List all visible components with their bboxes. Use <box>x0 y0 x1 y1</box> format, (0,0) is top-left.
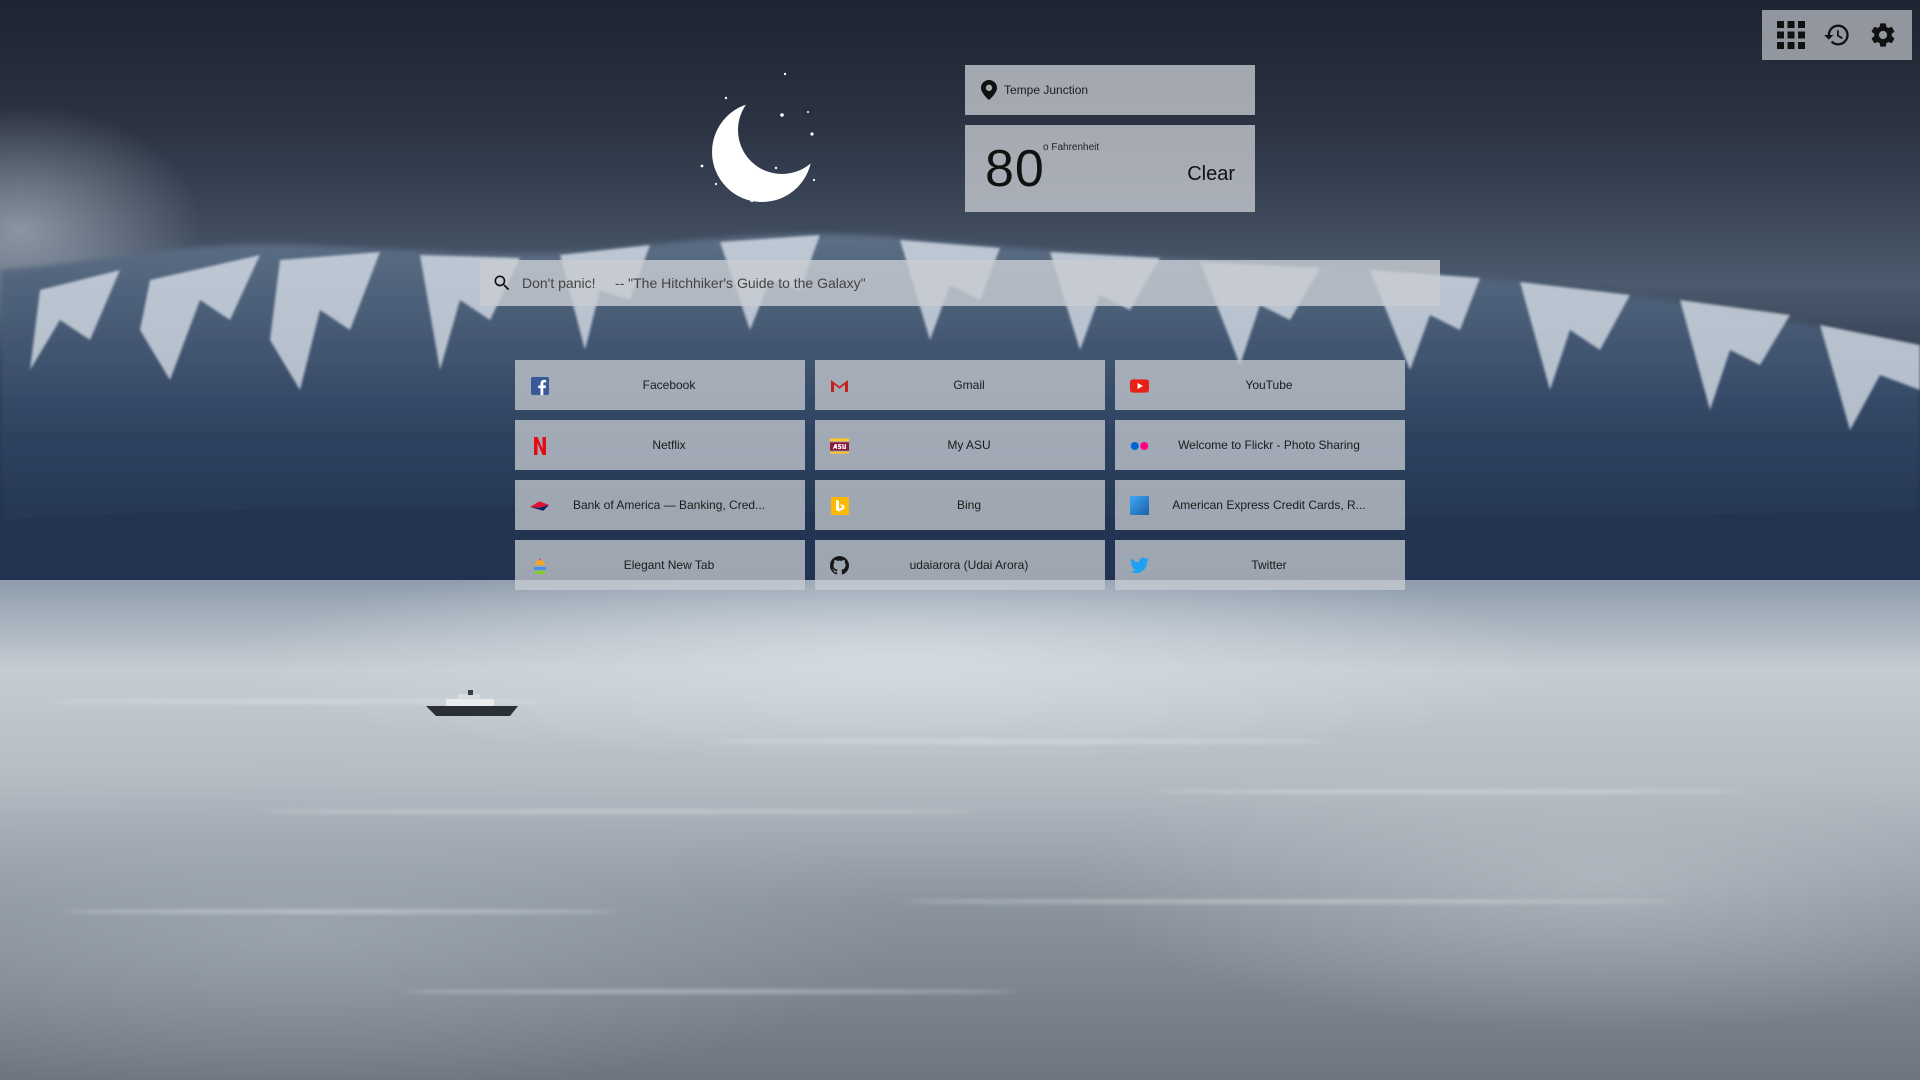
tile-label: Facebook <box>642 378 696 392</box>
tile-label: Netflix <box>652 438 686 452</box>
tile-american-express[interactable]: American Express Credit Cards, R... <box>1115 480 1405 530</box>
search-input[interactable] <box>520 259 1440 307</box>
moon-night-icon <box>700 72 816 202</box>
tile-flickr[interactable]: Welcome to Flickr - Photo Sharing <box>1115 420 1405 470</box>
settings-gear-icon <box>1871 23 1895 47</box>
github-icon <box>830 556 849 575</box>
apps-grid-icon <box>1777 21 1805 49</box>
youtube-icon <box>1130 376 1149 395</box>
netflix-icon <box>530 436 549 455</box>
weather-condition: Clear <box>1187 163 1235 185</box>
tile-label: udaiarora (Udai Arora) <box>909 558 1029 572</box>
gmail-icon <box>830 376 849 395</box>
tile-label: American Express Credit Cards, R... <box>1172 498 1366 512</box>
temperature-unit: o Fahrenheit <box>1043 142 1100 153</box>
elegant-new-tab-icon <box>530 556 549 575</box>
weather-panel: 80 o Fahrenheit Clear <box>965 125 1255 212</box>
tile-label: Elegant New Tab <box>623 558 715 572</box>
amex-icon <box>1130 496 1149 515</box>
speed-dial-tiles: Facebook Gmail YouTube Netflix My ASU We… <box>515 360 1405 590</box>
apps-grid-button[interactable] <box>1774 18 1808 52</box>
asu-icon <box>830 436 849 455</box>
tile-label: Gmail <box>953 378 985 392</box>
tile-github[interactable]: udaiarora (Udai Arora) <box>815 540 1105 590</box>
facebook-icon <box>530 376 549 395</box>
tile-my-asu[interactable]: My ASU <box>815 420 1105 470</box>
twitter-icon <box>1130 556 1149 575</box>
tile-label: YouTube <box>1245 378 1293 392</box>
tile-facebook[interactable]: Facebook <box>515 360 805 410</box>
ship <box>426 690 518 716</box>
tile-label: Welcome to Flickr - Photo Sharing <box>1178 438 1360 452</box>
tile-gmail[interactable]: Gmail <box>815 360 1105 410</box>
tile-label: Bank of America — Banking, Cred... <box>572 498 766 512</box>
weather-location[interactable]: Tempe Junction <box>965 65 1255 115</box>
bank-of-america-icon <box>530 496 549 515</box>
tile-label: Bing <box>956 498 982 512</box>
tile-label: My ASU <box>947 438 991 452</box>
settings-button[interactable] <box>1866 18 1900 52</box>
temperature-value: 80 <box>985 140 1045 198</box>
tile-twitter[interactable]: Twitter <box>1115 540 1405 590</box>
history-button[interactable] <box>1820 18 1854 52</box>
tile-bank-of-america[interactable]: Bank of America — Banking, Cred... <box>515 480 805 530</box>
tile-label: Twitter <box>1251 558 1287 572</box>
history-icon <box>1824 24 1849 46</box>
search-icon <box>494 275 510 291</box>
search-bar <box>480 259 1440 307</box>
tile-bing[interactable]: Bing <box>815 480 1105 530</box>
location-pin-icon <box>981 80 997 100</box>
tile-elegant-new-tab[interactable]: Elegant New Tab <box>515 540 805 590</box>
tile-youtube[interactable]: YouTube <box>1115 360 1405 410</box>
location-name: Tempe Junction <box>1004 83 1089 97</box>
tile-netflix[interactable]: Netflix <box>515 420 805 470</box>
sea <box>0 580 1920 1080</box>
top-right-toolbar <box>1762 10 1912 60</box>
bing-icon <box>830 496 849 515</box>
flickr-icon <box>1130 436 1149 455</box>
